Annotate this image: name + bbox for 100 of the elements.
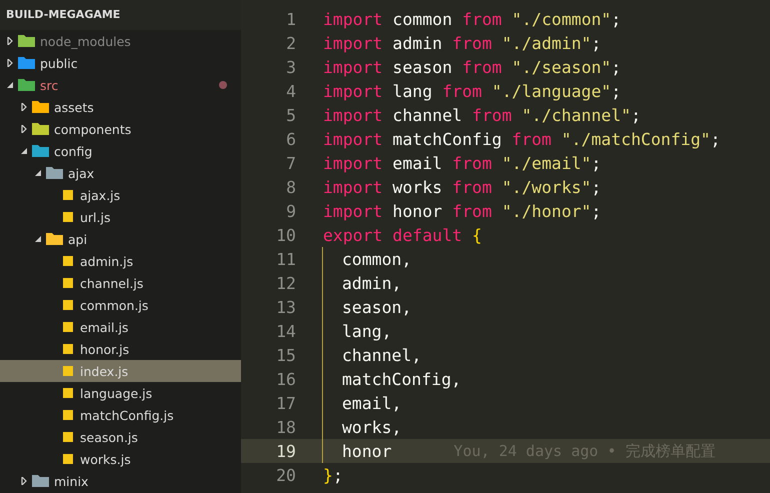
tree-item-label: channel.js	[80, 276, 144, 290]
javascript-file-icon	[63, 366, 73, 376]
tree-item[interactable]: api	[0, 228, 241, 250]
tree-item[interactable]: index.js	[0, 360, 241, 382]
line-number: 5	[285, 106, 296, 124]
line-number: 2	[285, 34, 296, 52]
javascript-file-icon	[63, 300, 73, 310]
code-line: email,	[342, 394, 402, 412]
tree-item[interactable]: works.js	[0, 448, 241, 470]
line-number: 13	[275, 298, 296, 316]
tree-item-label: ajax	[68, 166, 94, 180]
javascript-file-icon	[63, 410, 73, 420]
tree-item[interactable]: email.js	[0, 316, 241, 338]
tree-item-label: node_modules	[40, 34, 131, 48]
code-line: lang,	[342, 322, 392, 340]
code-line: import email from "./email";	[323, 154, 602, 172]
code-line: honor	[342, 442, 392, 460]
line-number: 3	[285, 58, 296, 76]
line-number: 20	[275, 466, 296, 484]
chevron-icon	[6, 59, 14, 67]
code-line: import common from "./common";	[323, 10, 622, 28]
code-line: import admin from "./admin";	[323, 34, 602, 52]
line-number: 17	[275, 394, 296, 412]
tree-item-label: assets	[54, 100, 94, 114]
tree-item[interactable]: components	[0, 118, 241, 140]
tree-item-label: config	[54, 144, 92, 158]
javascript-file-icon	[63, 432, 73, 442]
tree-item[interactable]: assets	[0, 96, 241, 118]
chevron-icon	[6, 81, 14, 89]
line-number: 19	[275, 442, 296, 460]
tree-item[interactable]: ajax	[0, 162, 241, 184]
tree-item[interactable]: language.js	[0, 382, 241, 404]
javascript-file-icon	[63, 278, 73, 288]
javascript-file-icon	[63, 212, 73, 222]
chevron-icon	[34, 169, 42, 177]
code-line: admin,	[342, 274, 402, 292]
line-number: 9	[285, 202, 296, 220]
modified-dot-icon	[219, 81, 227, 89]
explorer-title: BUILD-MEGAGAME	[0, 0, 241, 30]
code-line: import matchConfig from "./matchConfig";	[323, 130, 720, 148]
tree-item-label: public	[40, 56, 78, 70]
javascript-file-icon	[63, 190, 73, 200]
line-number: 12	[275, 274, 296, 292]
tree-item[interactable]: config	[0, 140, 241, 162]
code-line: import lang from "./language";	[323, 82, 622, 100]
tree-item-label: works.js	[80, 452, 131, 466]
javascript-file-icon	[63, 322, 73, 332]
line-number: 4	[285, 82, 296, 100]
tree-item[interactable]: url.js	[0, 206, 241, 228]
chevron-icon	[20, 103, 28, 111]
tree-item-label: email.js	[80, 320, 128, 334]
code-line: import honor from "./honor";	[323, 202, 602, 220]
tree-item-label: url.js	[80, 210, 110, 224]
code-line: import channel from "./channel";	[323, 106, 641, 124]
tree-item-label: index.js	[80, 364, 128, 378]
tree-item[interactable]: honor.js	[0, 338, 241, 360]
tree-item[interactable]: minix	[0, 470, 241, 492]
line-number: 18	[275, 418, 296, 436]
tree-item-label: src	[40, 78, 58, 92]
code-line: common,	[342, 250, 412, 268]
code-line: works,	[342, 418, 402, 436]
tree-item-label: common.js	[80, 298, 148, 312]
tree-item-label: minix	[54, 474, 88, 488]
code-line: };	[323, 466, 343, 484]
code-line: matchConfig,	[342, 370, 462, 388]
chevron-icon	[34, 235, 42, 243]
code-line: season,	[342, 298, 412, 316]
tree-item-label: api	[68, 232, 88, 246]
chevron-icon	[20, 147, 28, 155]
tree-item[interactable]: public	[0, 52, 241, 74]
tree-item[interactable]: season.js	[0, 426, 241, 448]
line-number: 1	[285, 10, 296, 28]
tree-item-label: season.js	[80, 430, 138, 444]
tree-item[interactable]: matchConfig.js	[0, 404, 241, 426]
tree-item[interactable]: src	[0, 74, 241, 96]
javascript-file-icon	[63, 344, 73, 354]
tree-item-label: language.js	[80, 386, 152, 400]
code-line: import works from "./works";	[323, 178, 602, 196]
code-line: channel,	[342, 346, 422, 364]
tree-item[interactable]: channel.js	[0, 272, 241, 294]
tree-item-label: components	[54, 122, 132, 136]
line-number: 8	[285, 178, 296, 196]
line-number: 6	[285, 130, 296, 148]
tree-item-label: admin.js	[80, 254, 134, 268]
chevron-icon	[20, 125, 28, 133]
line-number: 16	[275, 370, 296, 388]
line-number: 7	[285, 154, 296, 172]
tree-item[interactable]: node_modules	[0, 30, 241, 52]
tree-item[interactable]: admin.js	[0, 250, 241, 272]
code-line: import season from "./season";	[323, 58, 622, 76]
tree-item-label: honor.js	[80, 342, 130, 356]
line-number: 14	[275, 322, 296, 340]
javascript-file-icon	[63, 388, 73, 398]
tree-item[interactable]: ajax.js	[0, 184, 241, 206]
line-number: 11	[275, 250, 296, 268]
chevron-icon	[6, 37, 14, 45]
tree-item[interactable]: common.js	[0, 294, 241, 316]
code-line: export default {	[323, 226, 482, 244]
line-number: 10	[275, 226, 296, 244]
chevron-icon	[20, 477, 28, 485]
